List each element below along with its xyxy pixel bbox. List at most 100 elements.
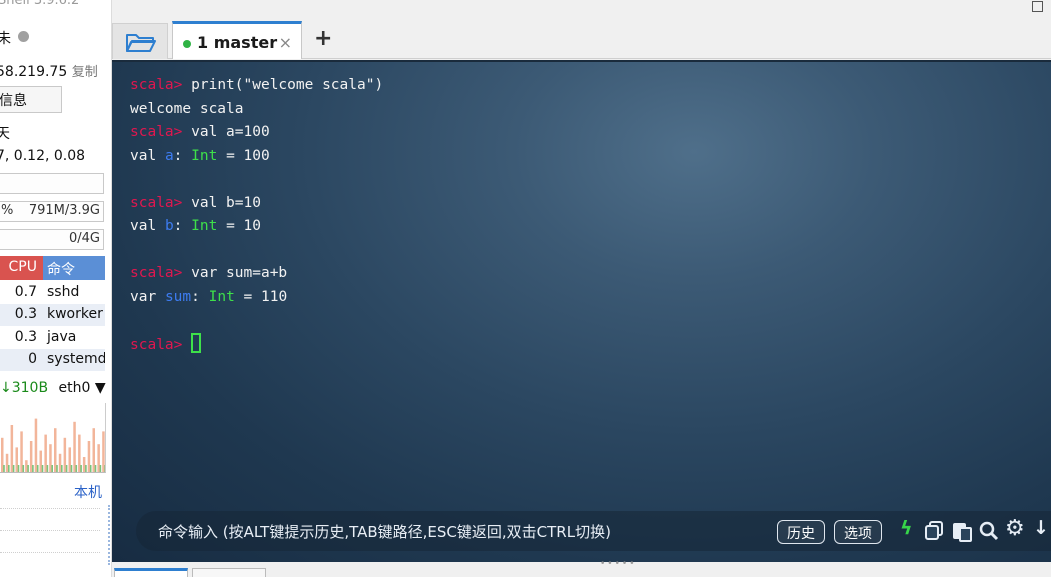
- status-dot-icon: [18, 31, 29, 42]
- network-upload-bar: [12, 465, 15, 472]
- network-traffic-bar: [63, 437, 67, 472]
- command-column-header[interactable]: 命令: [43, 256, 105, 280]
- command-text: var sum=a+b: [191, 265, 288, 281]
- network-traffic-bar: [54, 428, 57, 472]
- new-tab-button[interactable]: +: [314, 26, 332, 51]
- network-traffic-bar: [5, 453, 9, 472]
- command-text: val a=100: [191, 124, 270, 140]
- drag-handle-icon[interactable]: •••••: [600, 559, 637, 569]
- process-cpu: 0: [28, 351, 37, 367]
- network-row: ↓310B eth0 ▼: [0, 380, 110, 402]
- network-upload-bar: [36, 465, 39, 472]
- network-traffic-bar: [1, 437, 4, 472]
- network-upload-bar: [94, 465, 97, 472]
- window-restore-icon[interactable]: [1032, 1, 1043, 12]
- table-row[interactable]: 0.3 kworker: [0, 304, 105, 326]
- scala-prompt: scala>: [130, 77, 183, 93]
- network-traffic-bar: [49, 444, 52, 472]
- tab-bar: 1 master × +: [112, 1, 1051, 59]
- result-keyword: val: [130, 147, 157, 164]
- command-text: val b=10: [191, 194, 261, 211]
- table-row[interactable]: 0.3 java: [0, 327, 105, 349]
- memory-value: 791M/3.9G: [28, 203, 100, 218]
- search-icon[interactable]: [979, 521, 999, 541]
- network-traffic-bar: [25, 460, 28, 472]
- connected-dot-icon: [183, 40, 191, 48]
- memory-percent: %: [1, 203, 14, 218]
- table-row[interactable]: 0 systemd: [0, 349, 105, 371]
- network-upload-bar: [61, 465, 63, 472]
- gear-icon[interactable]: ⚙: [1005, 516, 1025, 541]
- paste-icon[interactable]: [951, 520, 973, 542]
- system-info-button[interactable]: 信息: [0, 86, 62, 113]
- close-icon[interactable]: ×: [279, 33, 292, 52]
- terminal-line: scala> print("welcome scala"): [130, 74, 383, 98]
- process-command: kworker: [47, 306, 103, 322]
- process-table-header: CPU 命令: [0, 256, 105, 280]
- tab-master[interactable]: 1 master ×: [172, 21, 302, 59]
- options-button[interactable]: 选项: [834, 520, 882, 544]
- ip-address: 58.219.75: [0, 64, 68, 80]
- terminal-line: val b: Int = 10: [130, 218, 261, 234]
- network-upload-bar: [80, 465, 82, 472]
- network-upload-bar: [41, 465, 44, 472]
- network-upload-bar: [89, 465, 92, 472]
- network-upload-bar: [8, 465, 10, 472]
- download-arrow-icon: ↓: [0, 380, 12, 396]
- network-download-rate: 310B: [11, 380, 49, 396]
- network-traffic-bar: [44, 434, 47, 472]
- result-variable: b: [164, 218, 174, 234]
- cpu-column-header[interactable]: CPU: [0, 256, 43, 280]
- divider: [0, 508, 100, 509]
- result-type: Int: [191, 218, 218, 234]
- bottom-tab-other[interactable]: [192, 568, 266, 577]
- copy-ip-button[interactable]: 复制: [72, 65, 98, 80]
- command-input[interactable]: 命令输入 (按ALT键提示历史,TAB键路径,ESC键返回,双击CTRL切换): [158, 521, 611, 542]
- network-traffic-bar: [34, 418, 38, 472]
- network-traffic-bar: [92, 428, 95, 472]
- scala-prompt: scala>: [130, 194, 183, 211]
- network-traffic-bar: [10, 425, 14, 472]
- tab-label: 1 master: [197, 33, 278, 52]
- bottom-tab-files[interactable]: [114, 568, 188, 577]
- swap-bar: 0/4G: [0, 229, 104, 250]
- cpu-usage-bar: [0, 173, 104, 194]
- network-traffic-bar: [73, 421, 76, 472]
- network-upload-bar: [99, 465, 102, 472]
- network-traffic-bar: [97, 444, 100, 472]
- network-traffic-bar: [58, 453, 62, 472]
- terminal-line: var sum: Int = 110: [130, 288, 288, 305]
- panel-resize-handle[interactable]: [108, 505, 111, 565]
- network-traffic-bar: [15, 447, 18, 472]
- terminal-area[interactable]: scala> print("welcome scala") welcome sca…: [112, 60, 1051, 562]
- network-upload-bar: [104, 465, 105, 472]
- terminal-line: val a: Int = 100: [130, 147, 270, 164]
- arrow-down-icon[interactable]: ↓: [1033, 517, 1049, 539]
- command-text: print("welcome scala"): [191, 77, 384, 93]
- bottom-panel-strip: •••••: [112, 559, 1051, 577]
- open-sessions-button[interactable]: [112, 23, 168, 59]
- table-row[interactable]: 0.7 sshd: [0, 282, 105, 304]
- scala-prompt: scala>: [130, 265, 183, 281]
- network-upload-bar: [85, 465, 87, 472]
- network-interface-select[interactable]: eth0 ▼: [59, 380, 106, 396]
- process-cpu: 0.3: [14, 329, 37, 345]
- history-button[interactable]: 历史: [777, 520, 825, 544]
- copy-icon[interactable]: [925, 521, 945, 541]
- result-variable: a: [164, 147, 174, 164]
- result-value: = 110: [243, 288, 288, 305]
- process-cpu: 0.7: [14, 284, 37, 300]
- terminal-line: scala>: [130, 332, 383, 357]
- command-input-bar[interactable]: 命令输入 (按ALT键提示历史,TAB键路径,ESC键返回,双击CTRL切换) …: [136, 511, 1051, 551]
- output-text: welcome scala: [130, 100, 244, 117]
- terminal-line: welcome scala: [130, 98, 383, 122]
- process-command: sshd: [47, 284, 80, 300]
- sidebar-panel: Shell 3.9.6.2 未 58.219.75 复制 信息 天 7, 0.1…: [0, 0, 112, 577]
- local-host-label[interactable]: 本机: [74, 482, 102, 502]
- load-average: 7, 0.12, 0.08: [0, 148, 86, 164]
- terminal-line: scala> var sum=a+b: [130, 262, 383, 286]
- bolt-icon[interactable]: ϟ: [900, 517, 913, 539]
